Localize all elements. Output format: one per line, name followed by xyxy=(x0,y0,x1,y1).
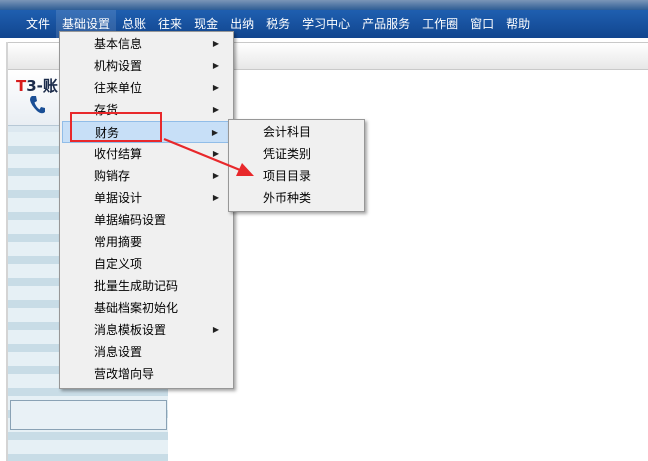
menu-item-label: 批量生成助记码 xyxy=(94,279,179,293)
menu-item-label: 消息模板设置 xyxy=(94,323,167,337)
menu-help[interactable]: 帮助 xyxy=(500,10,536,38)
submenu-item-label: 外币种类 xyxy=(263,191,312,205)
menu-item-label: 常用摘要 xyxy=(94,235,143,249)
menu-item-custom-fields[interactable]: 自定义项 xyxy=(62,253,231,275)
menu-item-label: 单据编码设置 xyxy=(94,213,167,227)
submenu-arrow-icon: ▶ xyxy=(212,171,219,180)
submenu-item-label: 项目目录 xyxy=(263,169,312,183)
menu-item-label: 营改增向导 xyxy=(94,367,155,381)
menu-item-label: 自定义项 xyxy=(94,257,143,271)
menu-file[interactable]: 文件 xyxy=(20,10,56,38)
submenu-item-label: 会计科目 xyxy=(263,125,312,139)
menu-learning-center[interactable]: 学习中心 xyxy=(296,10,356,38)
submenu-arrow-icon: ▶ xyxy=(212,193,219,202)
submenu-arrow-icon: ▶ xyxy=(212,61,219,70)
menu-item-label: 基础档案初始化 xyxy=(94,301,179,315)
annotation-highlight-box xyxy=(70,112,162,142)
submenu-item-voucher-types[interactable]: 凭证类别 xyxy=(231,143,362,165)
menu-item-label: 往来单位 xyxy=(94,81,143,95)
menu-item-label: 消息设置 xyxy=(94,345,143,359)
menu-item-archive-init[interactable]: 基础档案初始化 xyxy=(62,297,231,319)
menu-item-label: 基本信息 xyxy=(94,37,143,51)
submenu-arrow-icon: ▶ xyxy=(212,149,219,158)
submenu-item-currency-types[interactable]: 外币种类 xyxy=(231,187,362,209)
menu-tax[interactable]: 税务 xyxy=(260,10,296,38)
menu-item-label: 购销存 xyxy=(94,169,131,183)
menu-item-label: 收付结算 xyxy=(94,147,143,161)
window-title-bar xyxy=(0,0,648,10)
menu-work-circle[interactable]: 工作圈 xyxy=(416,10,464,38)
submenu-item-project-catalog[interactable]: 项目目录 xyxy=(231,165,362,187)
menu-item-basic-info[interactable]: 基本信息 ▶ xyxy=(62,33,231,55)
menu-item-vat-wizard[interactable]: 营改增向导 xyxy=(62,363,231,385)
menu-item-label: 机构设置 xyxy=(94,59,143,73)
product-logo-text: 3-账 xyxy=(26,77,58,95)
menu-item-message-settings[interactable]: 消息设置 xyxy=(62,341,231,363)
submenu-arrow-icon: ▶ xyxy=(211,128,218,137)
finance-submenu: 会计科目 凭证类别 项目目录 外币种类 xyxy=(228,119,365,212)
product-logo: T3-账 xyxy=(16,77,58,95)
menu-item-label: 单据设计 xyxy=(94,191,143,205)
menu-item-partners[interactable]: 往来单位 ▶ xyxy=(62,77,231,99)
menu-item-message-template[interactable]: 消息模板设置 ▶ xyxy=(62,319,231,341)
phone-icon[interactable] xyxy=(28,94,46,116)
submenu-arrow-icon: ▶ xyxy=(212,325,219,334)
submenu-item-label: 凭证类别 xyxy=(263,147,312,161)
menu-item-purchase-sales-inventory[interactable]: 购销存 ▶ xyxy=(62,165,231,187)
submenu-arrow-icon: ▶ xyxy=(212,39,219,48)
menu-window[interactable]: 窗口 xyxy=(464,10,500,38)
menu-item-doc-numbering[interactable]: 单据编码设置 xyxy=(62,209,231,231)
sidebar-panel xyxy=(10,400,167,430)
submenu-arrow-icon: ▶ xyxy=(212,83,219,92)
basic-settings-menu: 基本信息 ▶ 机构设置 ▶ 往来单位 ▶ 存货 ▶ 财务 ▶ 收付结算 ▶ 购销存 ▶ 单据设… xyxy=(59,31,234,389)
menu-item-settlement[interactable]: 收付结算 ▶ xyxy=(62,143,231,165)
submenu-item-accounts[interactable]: 会计科目 xyxy=(231,121,362,143)
menu-item-org-settings[interactable]: 机构设置 ▶ xyxy=(62,55,231,77)
menu-item-common-summary[interactable]: 常用摘要 xyxy=(62,231,231,253)
menu-item-document-design[interactable]: 单据设计 ▶ xyxy=(62,187,231,209)
menu-item-batch-mnemonic[interactable]: 批量生成助记码 xyxy=(62,275,231,297)
menu-product-services[interactable]: 产品服务 xyxy=(356,10,416,38)
submenu-arrow-icon: ▶ xyxy=(212,105,219,114)
